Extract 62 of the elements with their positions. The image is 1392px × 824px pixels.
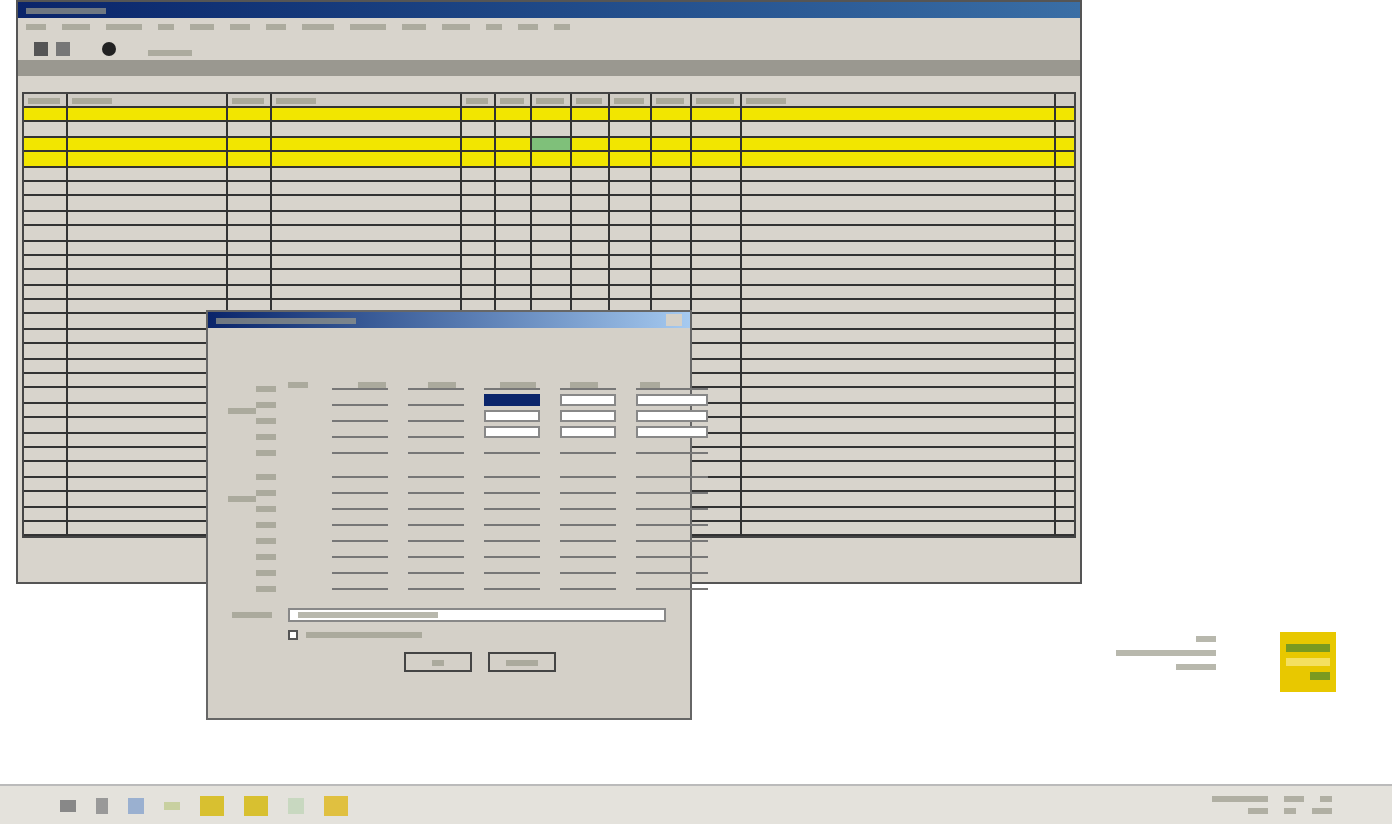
blurred-text [190,24,214,30]
blurred-text [72,97,112,103]
input-field[interactable] [636,410,708,422]
blurred-text [428,382,457,388]
checkbox[interactable] [288,630,298,640]
blurred-text [28,97,60,103]
blurred-text [216,317,356,323]
table-row[interactable] [24,122,1074,138]
blurred-text [276,97,316,103]
table-row[interactable] [24,226,1074,242]
blurred-text [306,632,422,638]
input-field[interactable] [636,426,708,438]
blurred-text [158,24,174,30]
blurred-text [358,382,387,388]
blurred-text [402,24,426,30]
blurred-text [232,612,272,618]
blurred-text [536,97,564,103]
blurred-text [232,97,264,103]
blurred-text [1176,664,1216,670]
input-field[interactable] [484,426,540,438]
table-row[interactable] [24,152,1074,168]
logo-icon [1280,632,1336,692]
input-field[interactable] [560,394,616,406]
blurred-text [639,382,660,388]
blurred-text [350,24,386,30]
blurred-text [569,382,598,388]
taskbar-icon[interactable] [60,799,76,811]
text-field[interactable] [288,608,666,622]
blurred-text [298,612,438,618]
blurred-text [26,7,106,13]
taskbar-icon[interactable] [128,797,144,813]
blurred-text [442,24,470,30]
taskbar-icon[interactable] [96,797,108,813]
input-field[interactable] [560,426,616,438]
input-field[interactable] [484,410,540,422]
blurred-text [62,24,90,30]
blurred-text [656,97,684,103]
input-field[interactable] [636,394,708,406]
table-row[interactable] [24,196,1074,212]
blurred-text [500,97,524,103]
blurred-text [466,97,488,103]
table-row[interactable] [24,270,1074,286]
ok-button[interactable] [403,652,471,672]
blurred-text [302,24,334,30]
blurred-text [106,24,142,30]
blurred-text [1196,636,1216,642]
blurred-text [696,97,734,103]
blurred-text [505,659,537,665]
input-field[interactable] [560,410,616,422]
input-field[interactable] [484,394,540,406]
blurred-text [746,97,786,103]
blurred-text [576,97,602,103]
blurred-text [499,382,536,388]
table-row[interactable] [24,108,1074,123]
blurred-text [148,50,192,56]
blurred-text [1116,650,1216,656]
cancel-button[interactable] [487,652,555,672]
blurred-text [1212,796,1268,802]
blurred-text [26,24,46,30]
toolbar-icon[interactable] [102,41,116,55]
blurred-text [614,97,644,103]
blurred-text [431,659,443,665]
